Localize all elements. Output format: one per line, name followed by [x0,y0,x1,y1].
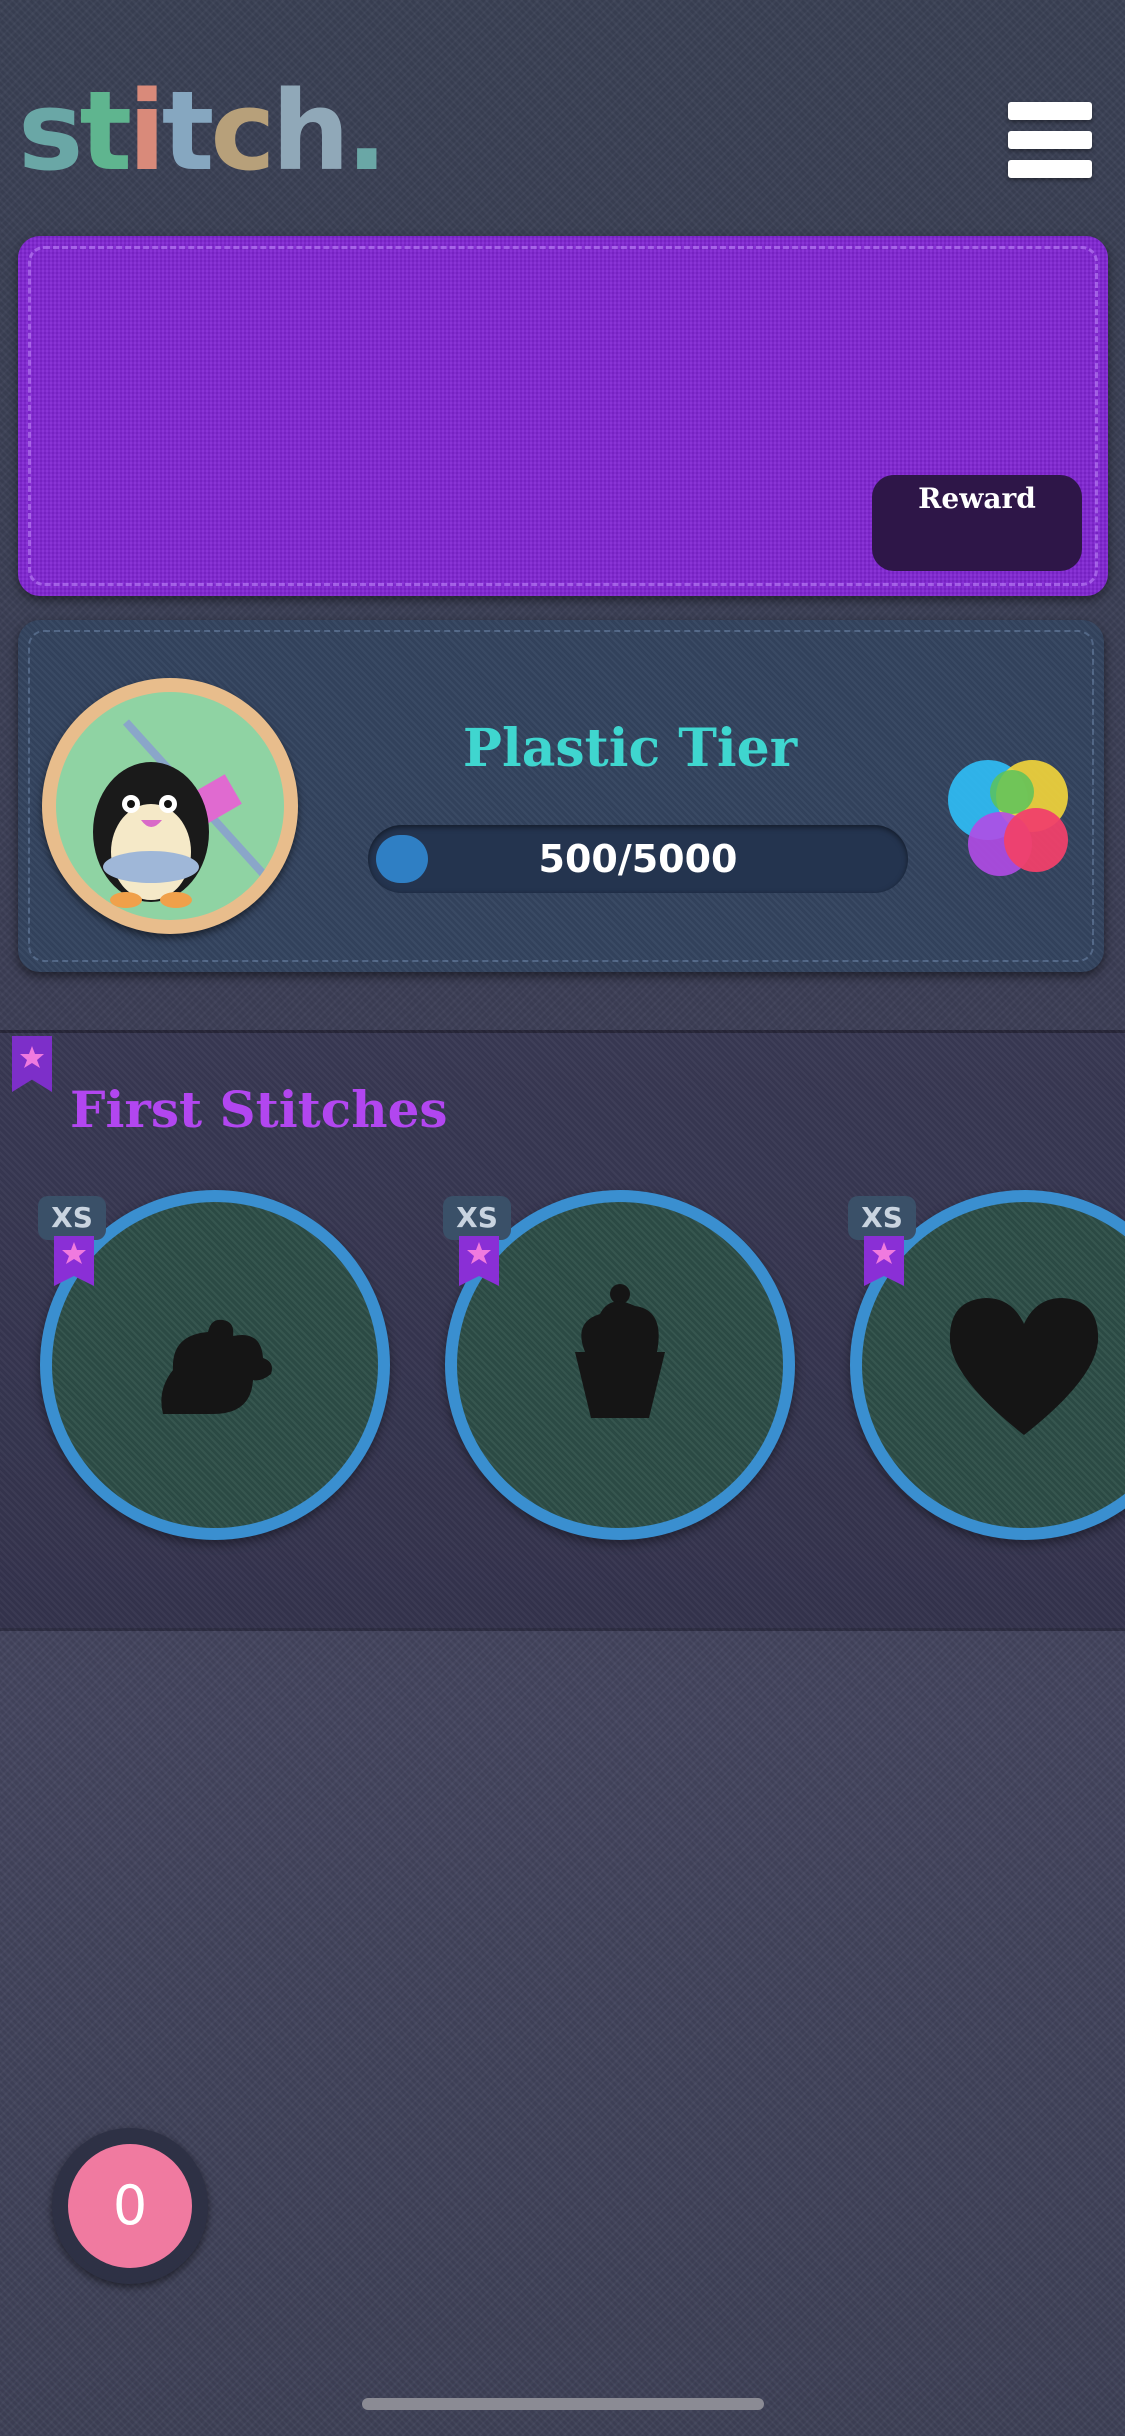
penguin-hoop-icon [93,719,269,908]
coin-count: 0 [68,2144,192,2268]
tier-progress-bar: 500/5000 [368,825,908,893]
game-center-icon[interactable] [940,752,1076,888]
coin-counter[interactable]: 0 [52,2128,208,2284]
app-logo: stitch. [18,74,388,197]
teapot-silhouette-icon [161,1319,272,1414]
size-tag: XS [848,1196,916,1240]
badge-item[interactable]: XS [38,1190,390,1540]
tier-progress-text: 500/5000 [538,837,738,881]
badge-item[interactable]: XS [443,1190,795,1540]
home-indicator[interactable] [362,2398,764,2410]
reward-button-label: Reward [918,482,1036,515]
cupcake-silhouette-icon [575,1284,665,1418]
hamburger-icon[interactable] [1008,102,1092,178]
avatar[interactable] [42,678,298,934]
size-tag: XS [443,1196,511,1240]
size-tag: XS [38,1196,106,1240]
tier-title: Plastic Tier [462,718,798,779]
heart-silhouette-icon [949,1298,1099,1435]
section-title: First Stitches [70,1080,448,1139]
logo-text: stitch. [18,67,388,195]
reward-button[interactable]: Reward [872,475,1082,571]
badge-item[interactable]: XS [848,1190,1125,1540]
